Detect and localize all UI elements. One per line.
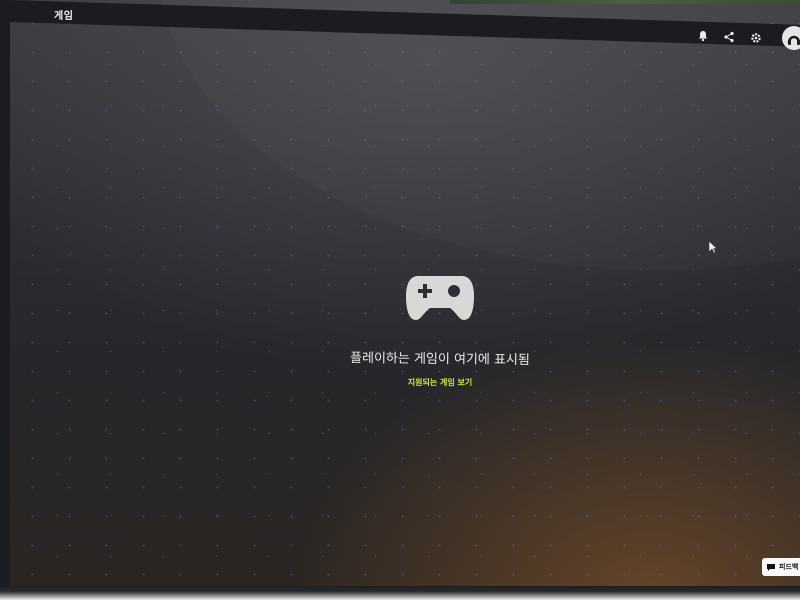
bell-icon[interactable] bbox=[695, 28, 711, 44]
feedback-button[interactable]: 피드백 bbox=[762, 558, 800, 576]
window-edge-glow bbox=[450, 0, 800, 4]
settings-icon[interactable] bbox=[748, 30, 764, 46]
feedback-label: 피드백 bbox=[779, 563, 799, 571]
mouse-cursor-icon bbox=[708, 240, 718, 254]
supported-games-link[interactable]: 지원되는 게임 보기 bbox=[408, 377, 472, 388]
monitor-bottom-edge bbox=[0, 586, 800, 600]
gamepad-icon bbox=[404, 270, 476, 324]
empty-state: 플레이하는 게임이 여기에 표시됨 지원되는 게임 보기 bbox=[300, 270, 580, 389]
page-title: 게임 bbox=[54, 11, 74, 22]
empty-state-message: 플레이하는 게임이 여기에 표시됨 bbox=[349, 351, 530, 368]
chat-icon bbox=[767, 563, 775, 571]
avatar[interactable] bbox=[782, 26, 800, 50]
share-icon[interactable] bbox=[721, 29, 737, 45]
